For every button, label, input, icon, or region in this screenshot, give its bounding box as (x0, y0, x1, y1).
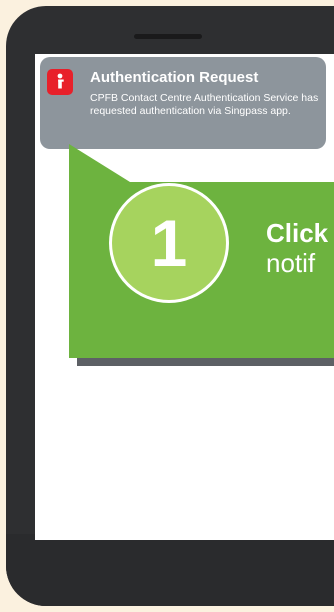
phone-speaker (134, 34, 202, 39)
phone-screen: Authentication Request CPFB Contact Cent… (35, 54, 334, 540)
notification-title: Authentication Request (90, 69, 259, 86)
callout-instruction: Click notif (266, 218, 334, 278)
phone-frame: Authentication Request CPFB Contact Cent… (6, 6, 334, 606)
step-number: 1 (150, 206, 188, 280)
singpass-app-icon (47, 69, 73, 95)
callout-text-bold: Click (266, 218, 329, 248)
authentication-notification[interactable]: Authentication Request CPFB Contact Cent… (40, 57, 326, 149)
phone-bottom-bezel (6, 534, 334, 606)
singpass-logo-icon (57, 73, 64, 89)
notification-body: CPFB Contact Centre Authentication Servi… (90, 92, 319, 117)
callout-text-normal: notif (266, 248, 316, 278)
